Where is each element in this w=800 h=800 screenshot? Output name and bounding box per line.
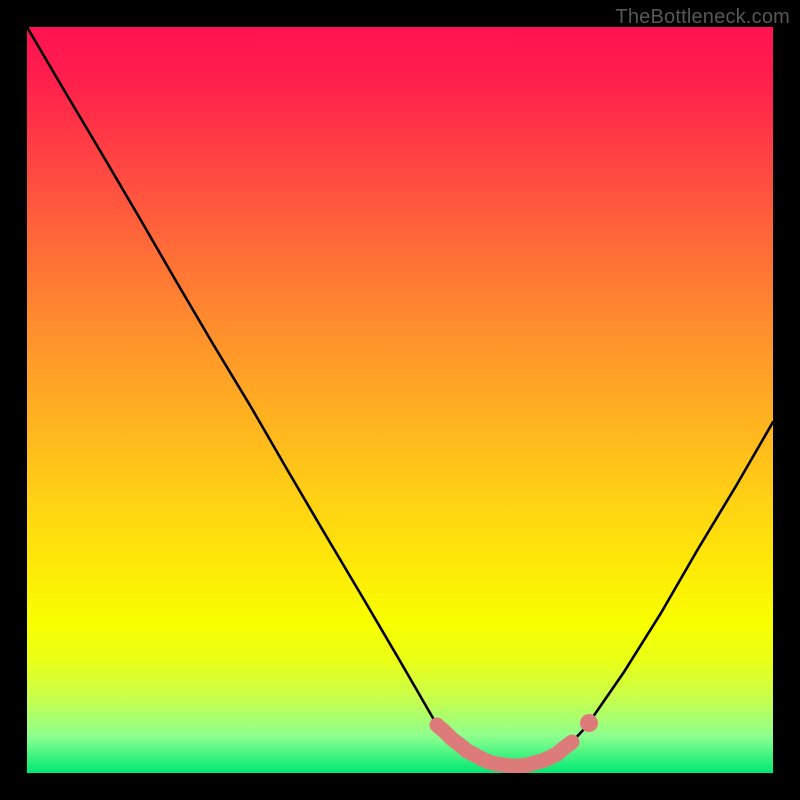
highlight-dot bbox=[580, 714, 598, 732]
bottleneck-curve bbox=[27, 27, 773, 766]
plot-area bbox=[27, 27, 773, 773]
credit-text: TheBottleneck.com bbox=[615, 6, 790, 29]
highlight-band bbox=[437, 725, 572, 766]
plot-svg bbox=[27, 27, 773, 773]
chart-frame: TheBottleneck.com bbox=[0, 0, 800, 800]
